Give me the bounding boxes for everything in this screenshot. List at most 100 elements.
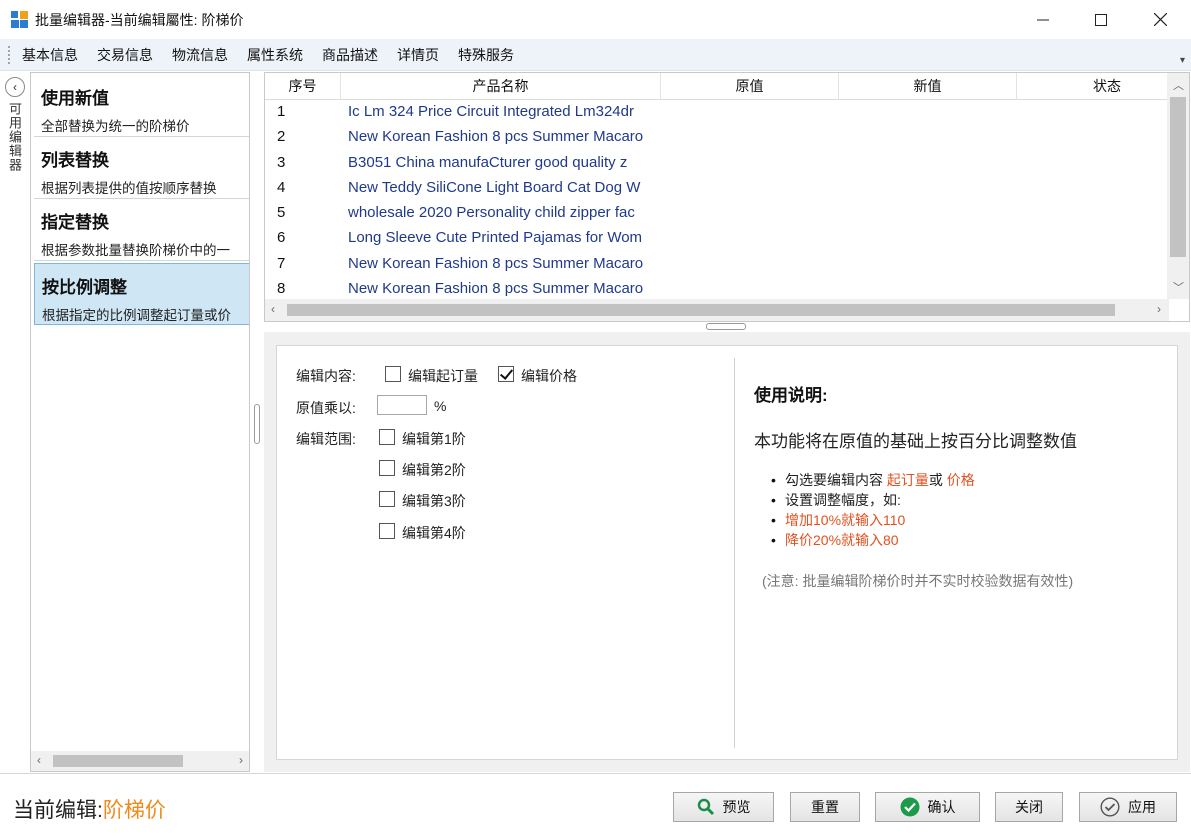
editor-list-hscrollbar[interactable]: ‹ ›: [31, 751, 249, 771]
menu-product-description[interactable]: 商品描述: [314, 39, 386, 71]
scroll-right-icon[interactable]: ›: [1157, 302, 1161, 316]
menu-detail-page[interactable]: 详情页: [389, 39, 447, 71]
horizontal-splitter-handle[interactable]: [706, 323, 746, 330]
tier-3-label[interactable]: 编辑第3阶: [402, 491, 466, 511]
tier-4-checkbox[interactable]: [379, 523, 395, 539]
tier-4-label[interactable]: 编辑第4阶: [402, 523, 466, 543]
editor-list-replace[interactable]: 列表替换 根据列表提供的值按顺序替换: [34, 137, 249, 199]
apply-label: 应用: [1128, 799, 1156, 815]
apply-button[interactable]: 应用: [1079, 792, 1177, 822]
scroll-right-icon[interactable]: ›: [239, 753, 243, 767]
table-hscrollbar[interactable]: ‹ ›: [265, 299, 1169, 321]
editor-proportional-adjust[interactable]: 按比例调整 根据指定的比例调整起订量或价: [34, 263, 249, 325]
table-row[interactable]: 1 Ic Lm 324 Price Circuit Integrated Lm32…: [265, 100, 1167, 125]
editor-form-area: 编辑内容: 编辑起订量 编辑价格 原值乘以: % 编辑范围: 编辑第1阶 编辑第…: [264, 332, 1190, 772]
app-icon: [11, 11, 28, 28]
row-index: 1: [277, 103, 286, 120]
help-bullet-1-prefix: 勾选要编辑内容: [785, 472, 887, 488]
edit-price-checkbox[interactable]: [498, 366, 514, 382]
editor-list: 使用新值 全部替换为统一的阶梯价 列表替换 根据列表提供的值按顺序替换 指定替换…: [30, 72, 250, 772]
scroll-up-icon[interactable]: ︿: [1173, 77, 1184, 93]
close-label: 关闭: [1015, 799, 1043, 815]
editor-title: 按比例调整: [42, 278, 127, 297]
menu-trade-info[interactable]: 交易信息: [89, 39, 161, 71]
help-title: 使用说明:: [754, 386, 828, 405]
tier-1-checkbox[interactable]: [379, 429, 395, 445]
col-header-new-value[interactable]: 新值: [839, 73, 1017, 100]
edit-range-label: 编辑范围:: [296, 431, 356, 447]
col-header-status[interactable]: 状态: [1017, 73, 1189, 100]
title-bar: 批量编辑器-当前编辑屬性: 阶梯价: [0, 0, 1191, 39]
editor-desc: 根据指定的比例调整起订量或价: [42, 308, 231, 323]
edit-qty-label[interactable]: 编辑起订量: [408, 366, 478, 386]
help-bullet-1-price: 价格: [946, 472, 975, 488]
editor-title: 使用新值: [41, 89, 109, 108]
row-product-name: B3051 China manufaCturer good quality z: [348, 153, 628, 171]
scroll-thumb[interactable]: [53, 755, 183, 767]
maximize-button[interactable]: [1072, 0, 1130, 39]
scroll-down-icon[interactable]: ﹀: [1173, 279, 1184, 295]
table-row[interactable]: 6 Long Sleeve Cute Printed Pajamas for Wo…: [265, 226, 1167, 251]
editor-specified-replace[interactable]: 指定替换 根据参数批量替换阶梯价中的一: [34, 199, 249, 261]
editor-desc: 根据列表提供的值按顺序替换: [41, 181, 217, 196]
close-button[interactable]: 关闭: [995, 792, 1063, 822]
minimize-icon: [1037, 19, 1049, 20]
search-icon: [697, 798, 715, 816]
tier-2-label[interactable]: 编辑第2阶: [402, 460, 466, 480]
edit-price-label[interactable]: 编辑价格: [521, 366, 577, 386]
row-product-name: Long Sleeve Cute Printed Pajamas for Wom: [348, 229, 643, 247]
table-row[interactable]: 4 New Teddy SiliCone Light Board Cat Dog …: [265, 176, 1167, 201]
menu-bar: 基本信息 交易信息 物流信息 属性系统 商品描述 详情页 特殊服务 ▾: [0, 39, 1191, 71]
menu-basic-info[interactable]: 基本信息: [14, 39, 86, 71]
available-editors-strip: ‹ 可用编辑器: [0, 72, 30, 772]
row-product-name: New Korean Fashion 8 pcs Summer Macaro: [348, 280, 644, 298]
window-title: 批量编辑器-当前编辑屬性: 阶梯价: [35, 12, 244, 28]
editor-use-new-value[interactable]: 使用新值 全部替换为统一的阶梯价: [34, 75, 249, 137]
reset-label: 重置: [811, 799, 839, 815]
confirm-button[interactable]: 确认: [875, 792, 980, 822]
overflow-chevron-icon[interactable]: ▾: [1180, 55, 1185, 66]
help-note: (注意: 批量编辑阶梯价时并不实时校验数据有效性): [762, 573, 1074, 589]
menu-special-service[interactable]: 特殊服务: [450, 39, 522, 71]
scroll-thumb[interactable]: [1170, 97, 1186, 257]
bottom-bar: 当前编辑:阶梯价 预览 重置 确认 关闭 应用: [0, 773, 1191, 837]
tier-2-checkbox[interactable]: [379, 460, 395, 476]
table-header: 序号 产品名称 原值 新值 状态: [265, 73, 1167, 100]
scroll-left-icon[interactable]: ‹: [271, 302, 275, 316]
col-header-old-value[interactable]: 原值: [661, 73, 839, 100]
row-index: 3: [277, 153, 286, 171]
table-row[interactable]: 7 New Korean Fashion 8 pcs Summer Macaro: [265, 252, 1167, 277]
minimize-button[interactable]: [1014, 0, 1072, 39]
toolbar-grip[interactable]: [8, 46, 12, 64]
row-index: 5: [277, 204, 286, 222]
vertical-splitter-handle[interactable]: [254, 404, 260, 444]
scroll-thumb[interactable]: [287, 304, 1115, 316]
tier-1-label[interactable]: 编辑第1阶: [402, 429, 466, 449]
edit-qty-checkbox[interactable]: [385, 366, 401, 382]
multiply-input[interactable]: [377, 395, 427, 415]
menu-attribute-system[interactable]: 属性系统: [239, 39, 311, 71]
close-window-button[interactable]: [1131, 0, 1189, 39]
table-row[interactable]: 5 wholesale 2020 Personality child zipper…: [265, 201, 1167, 226]
col-header-product-name[interactable]: 产品名称: [341, 73, 661, 100]
check-circle-icon: [900, 797, 920, 817]
col-header-index[interactable]: 序号: [265, 73, 341, 100]
preview-button[interactable]: 预览: [673, 792, 774, 822]
row-index: 4: [277, 178, 286, 196]
menu-items: 基本信息 交易信息 物流信息 属性系统 商品描述 详情页 特殊服务: [14, 39, 525, 71]
collapse-button[interactable]: ‹: [5, 77, 25, 97]
table-body: 1 Ic Lm 324 Price Circuit Integrated Lm32…: [265, 100, 1167, 302]
table-vscrollbar[interactable]: ︿ ﹀: [1167, 73, 1189, 299]
reset-button[interactable]: 重置: [790, 792, 860, 822]
scroll-left-icon[interactable]: ‹: [37, 753, 41, 767]
editor-desc: 根据参数批量替换阶梯价中的一: [41, 243, 230, 258]
editor-form-panel: 编辑内容: 编辑起订量 编辑价格 原值乘以: % 编辑范围: 编辑第1阶 编辑第…: [276, 345, 1178, 760]
multiply-label: 原值乘以:: [296, 400, 356, 416]
row-index: 6: [277, 229, 286, 247]
chevron-left-icon: ‹: [13, 80, 17, 94]
table-row[interactable]: 2 New Korean Fashion 8 pcs Summer Macaro: [265, 125, 1167, 150]
tier-3-checkbox[interactable]: [379, 491, 395, 507]
help-bullet-3: 增加10%就输入110: [767, 510, 975, 530]
table-row[interactable]: 3 B3051 China manufaCturer good quality z: [265, 151, 1167, 176]
menu-logistics-info[interactable]: 物流信息: [164, 39, 236, 71]
